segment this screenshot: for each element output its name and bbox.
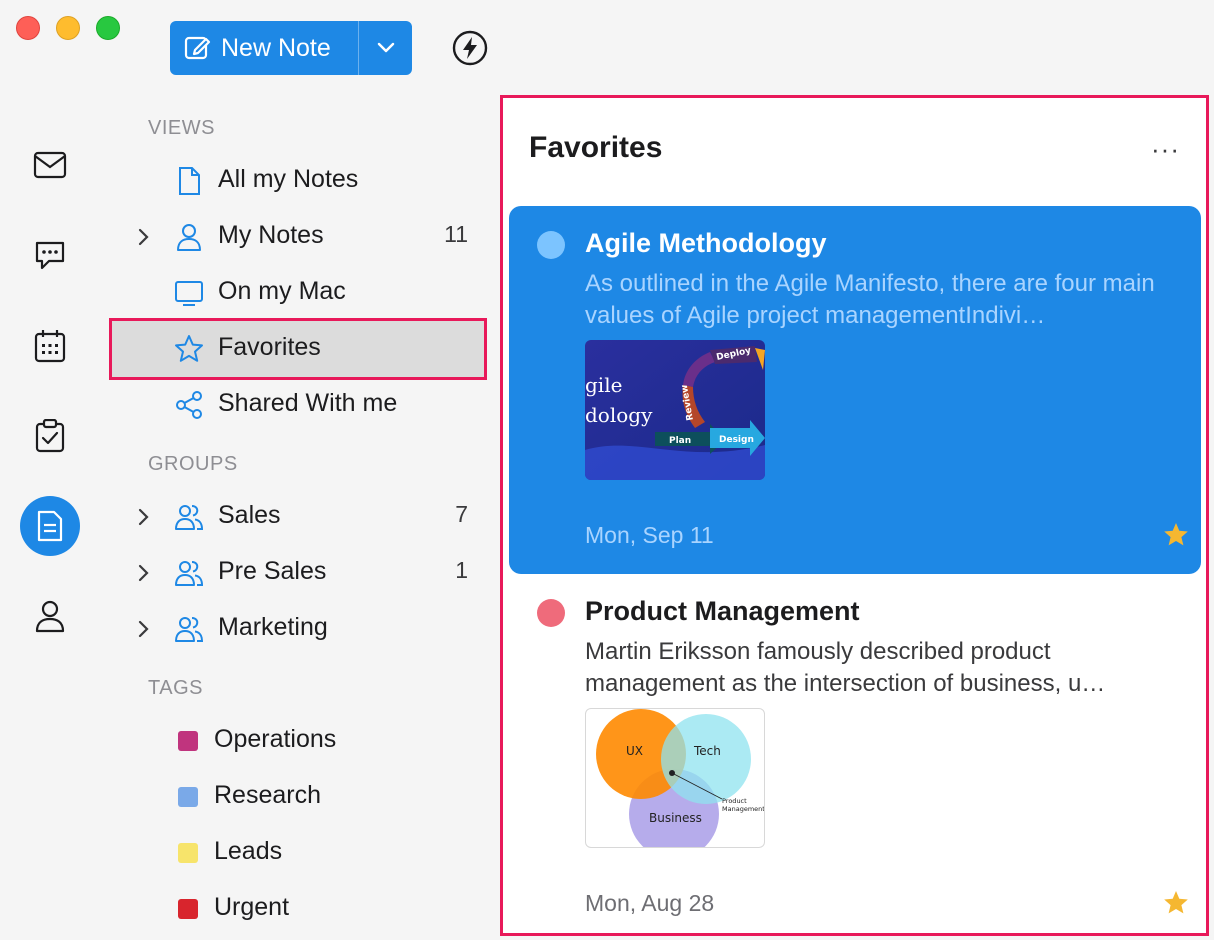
person-icon bbox=[35, 600, 65, 633]
sidebar-tag-operations[interactable]: Operations bbox=[112, 713, 484, 769]
mail-icon bbox=[33, 151, 67, 179]
note-status-dot bbox=[537, 599, 565, 627]
chevron-right-icon[interactable] bbox=[136, 227, 152, 247]
rail-contacts-button[interactable] bbox=[20, 586, 80, 646]
chevron-right-icon[interactable] bbox=[136, 619, 152, 639]
document-icon bbox=[179, 167, 200, 195]
sidebar-item-label: Sales bbox=[218, 501, 281, 529]
thumb-text-1: gile bbox=[585, 373, 622, 397]
tags-section-label: TAGS bbox=[148, 677, 203, 699]
sidebar-tag-urgent[interactable]: Urgent bbox=[112, 881, 484, 937]
thumb-plan: Plan bbox=[669, 436, 691, 446]
sidebar-item-label: Marketing bbox=[218, 613, 328, 641]
group-icon bbox=[175, 617, 204, 642]
venn-diagram-image: UX Tech Business Product Management bbox=[596, 709, 764, 847]
sidebar-item-label: Pre Sales bbox=[218, 557, 327, 585]
more-options-button[interactable]: ··· bbox=[1151, 134, 1180, 165]
chat-icon bbox=[35, 241, 65, 270]
person-icon bbox=[177, 224, 201, 251]
tag-color-swatch bbox=[178, 787, 198, 807]
sidebar-item-label: Shared With me bbox=[218, 389, 398, 417]
tag-color-swatch bbox=[178, 843, 198, 863]
sidebar-item-label: Favorites bbox=[218, 333, 321, 361]
notes-icon bbox=[37, 510, 63, 542]
note-thumbnail: gile dology Deploy Review Plan Design bbox=[585, 340, 765, 480]
groups-section-label: GROUPS bbox=[148, 453, 238, 475]
rail-chat-button[interactable] bbox=[20, 226, 80, 286]
sidebar-tag-leads[interactable]: Leads bbox=[112, 825, 484, 881]
quick-action-bolt-icon[interactable] bbox=[452, 30, 488, 66]
note-title: Product Management bbox=[585, 596, 860, 626]
close-window-button[interactable] bbox=[16, 16, 40, 40]
note-thumbnail: UX Tech Business Product Management bbox=[585, 708, 765, 848]
note-date: Mon, Sep 11 bbox=[585, 522, 714, 548]
agile-cycle-image: gile dology Deploy Review Plan Design bbox=[585, 340, 765, 480]
rail-mail-button[interactable] bbox=[20, 135, 80, 195]
sidebar-item-label: Leads bbox=[214, 837, 283, 865]
venn-pm-label-2: Management bbox=[722, 805, 764, 813]
chevron-right-icon[interactable] bbox=[136, 563, 152, 583]
new-note-button[interactable]: New Note bbox=[170, 21, 358, 75]
sidebar-item-all-my-notes[interactable]: All my Notes bbox=[112, 153, 484, 209]
sidebar-item-label: On my Mac bbox=[218, 277, 346, 305]
sidebar-item-pre-sales[interactable]: Pre Sales 1 bbox=[112, 545, 484, 601]
sidebar-item-label: Urgent bbox=[214, 893, 290, 921]
thumb-design: Design bbox=[719, 435, 754, 445]
chevron-right-icon[interactable] bbox=[136, 507, 152, 527]
sidebar-item-on-my-mac[interactable]: On my Mac bbox=[112, 265, 484, 321]
group-icon bbox=[175, 561, 204, 586]
chevron-down-icon bbox=[377, 42, 394, 53]
rail-calendar-button[interactable] bbox=[20, 316, 80, 376]
venn-tech-label: Tech bbox=[693, 744, 721, 758]
count-badge: 7 bbox=[455, 501, 468, 527]
sidebar-tag-research[interactable]: Research bbox=[112, 769, 484, 825]
note-date: Mon, Aug 28 bbox=[585, 890, 715, 916]
thumb-text-2: dology bbox=[585, 403, 653, 427]
rail-tasks-button[interactable] bbox=[20, 406, 80, 466]
sidebar-item-shared-with-me[interactable]: Shared With me bbox=[112, 377, 484, 433]
sidebar-item-my-notes[interactable]: My Notes 11 bbox=[112, 209, 484, 265]
monitor-icon bbox=[175, 281, 203, 306]
notes-list-panel: Favorites ··· Agile Methodology As outli… bbox=[500, 95, 1209, 936]
tag-color-swatch bbox=[178, 731, 198, 751]
clipboard-check-icon bbox=[35, 419, 65, 453]
compose-icon bbox=[184, 36, 211, 60]
note-card[interactable]: Product Management Martin Eriksson famou… bbox=[509, 574, 1201, 933]
zoom-window-button[interactable] bbox=[96, 16, 120, 40]
new-note-split-button: New Note bbox=[170, 21, 412, 75]
share-icon bbox=[176, 391, 202, 419]
venn-pm-label-1: Product bbox=[722, 797, 747, 805]
new-note-dropdown-button[interactable] bbox=[359, 21, 412, 75]
note-status-dot bbox=[537, 231, 565, 259]
sidebar-item-label: My Notes bbox=[218, 221, 324, 249]
count-badge: 11 bbox=[444, 221, 468, 247]
window-controls bbox=[16, 16, 120, 40]
star-outline-icon bbox=[175, 335, 203, 362]
favorite-star-icon[interactable] bbox=[1163, 890, 1189, 916]
sidebar-item-marketing[interactable]: Marketing bbox=[112, 601, 484, 657]
new-note-label: New Note bbox=[221, 33, 331, 62]
rail-notes-button[interactable] bbox=[20, 496, 80, 556]
sidebar-item-label: All my Notes bbox=[218, 165, 359, 193]
sidebar-item-label: Operations bbox=[214, 725, 337, 753]
tag-color-swatch bbox=[178, 899, 198, 919]
sidebar-item-favorites[interactable]: Favorites bbox=[109, 318, 487, 380]
note-excerpt: Martin Eriksson famously described produ… bbox=[585, 638, 1106, 697]
minimize-window-button[interactable] bbox=[56, 16, 80, 40]
note-excerpt: As outlined in the Agile Manifesto, ther… bbox=[585, 270, 1155, 329]
venn-ux-label: UX bbox=[626, 744, 643, 758]
calendar-icon bbox=[34, 330, 66, 363]
sidebar-item-sales[interactable]: Sales 7 bbox=[112, 489, 484, 545]
note-card[interactable]: Agile Methodology As outlined in the Agi… bbox=[509, 206, 1201, 574]
count-badge: 1 bbox=[455, 557, 468, 583]
panel-title: Favorites bbox=[529, 131, 663, 164]
note-title: Agile Methodology bbox=[585, 228, 827, 258]
group-icon bbox=[175, 505, 204, 530]
venn-business-label: Business bbox=[649, 811, 702, 825]
favorite-star-icon[interactable] bbox=[1163, 522, 1189, 548]
sidebar-item-label: Research bbox=[214, 781, 321, 809]
views-section-label: VIEWS bbox=[148, 117, 215, 139]
